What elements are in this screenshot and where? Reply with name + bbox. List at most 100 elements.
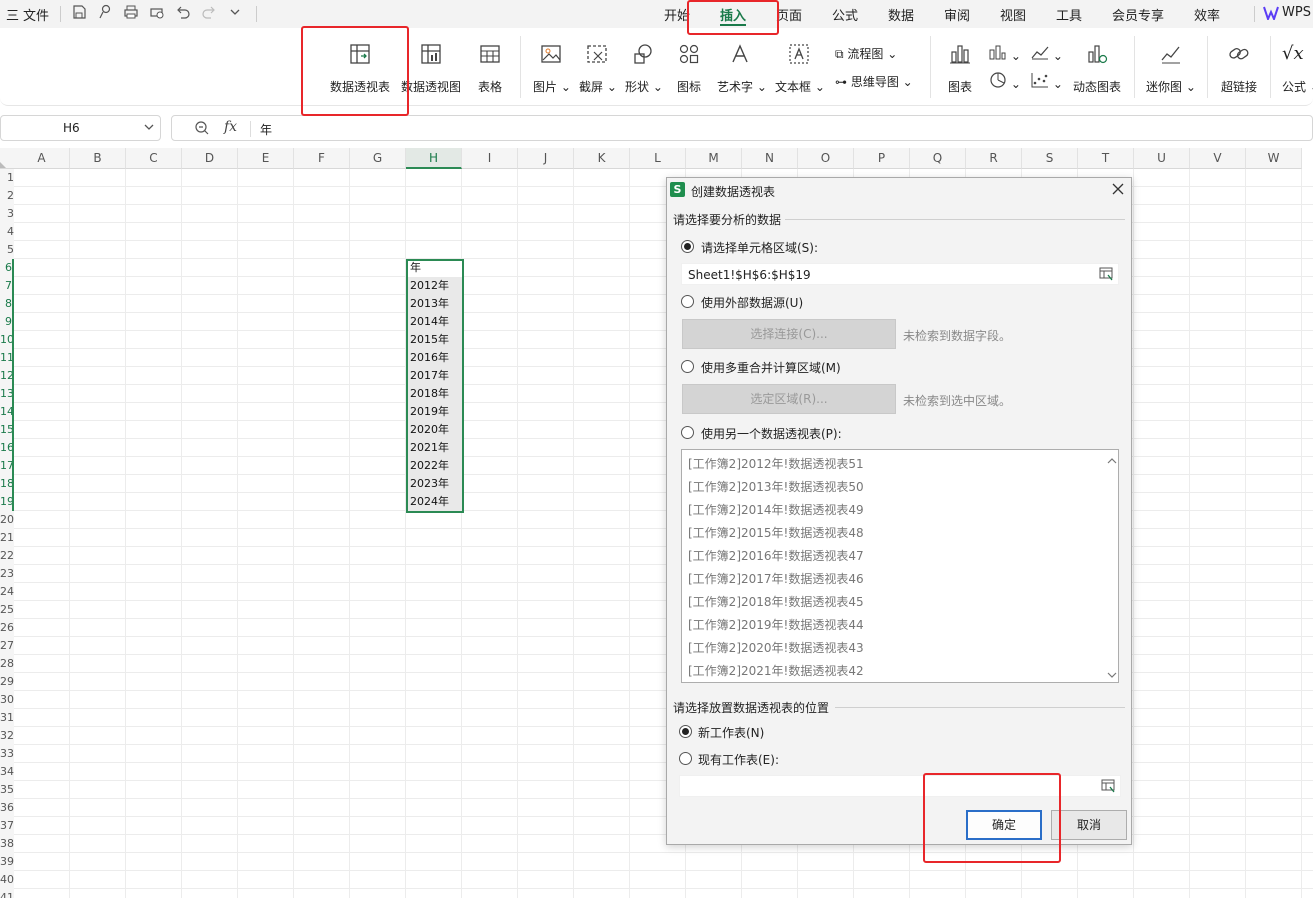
row-header[interactable]: 17 — [0, 457, 14, 475]
table-button[interactable]: 表格 — [476, 42, 504, 95]
sparkline-button[interactable]: 迷你图 ⌄ — [1146, 42, 1196, 95]
column-header-m[interactable]: M — [686, 148, 742, 169]
row-header[interactable]: 24 — [0, 583, 14, 601]
row-header[interactable]: 38 — [0, 835, 14, 853]
list-item[interactable]: [工作簿2]2021年!数据透视表42 — [688, 662, 864, 679]
row-header[interactable]: 11 — [0, 349, 14, 367]
select-region-button[interactable]: 选定区域(R)... — [682, 384, 896, 414]
row-header[interactable]: 13 — [0, 385, 14, 403]
list-item[interactable]: [工作簿2]2018年!数据透视表45 — [688, 593, 864, 610]
column-header-k[interactable]: K — [574, 148, 630, 169]
mindmap-button[interactable]: ⊶ 思维导图 ⌄ — [835, 73, 913, 90]
name-box[interactable]: H6 — [0, 115, 161, 141]
screenshot-button[interactable]: 截屏 ⌄ — [579, 42, 617, 95]
row-header[interactable]: 6 — [0, 259, 14, 277]
row-header[interactable]: 28 — [0, 655, 14, 673]
row-header[interactable]: 9 — [0, 313, 14, 331]
close-icon[interactable] — [1111, 182, 1125, 199]
list-scrollbar[interactable] — [1104, 450, 1118, 682]
row-header[interactable]: 36 — [0, 799, 14, 817]
column-header-h[interactable]: H — [406, 148, 462, 169]
row-header[interactable]: 31 — [0, 709, 14, 727]
radio-existing-sheet[interactable] — [679, 752, 692, 765]
row-header[interactable]: 1 — [0, 169, 14, 187]
row-header[interactable]: 29 — [0, 673, 14, 691]
row-header[interactable]: 27 — [0, 637, 14, 655]
row-header[interactable]: 3 — [0, 205, 14, 223]
formula-button[interactable]: √x 公式 ⌄ — [1282, 42, 1313, 95]
scatter-chart-dropdown[interactable]: ⌄ — [1031, 72, 1063, 91]
format-painter-icon[interactable] — [95, 4, 115, 22]
list-item[interactable]: [工作簿2]2016年!数据透视表47 — [688, 547, 864, 564]
dynamic-chart-button[interactable]: 动态图表 — [1071, 42, 1123, 95]
list-item[interactable]: [工作簿2]2019年!数据透视表44 — [688, 616, 864, 633]
column-header-q[interactable]: Q — [910, 148, 966, 169]
scroll-up-icon[interactable] — [1107, 454, 1117, 468]
pivot-table-list[interactable]: [工作簿2]2012年!数据透视表51 [工作簿2]2013年!数据透视表50 [工… — [681, 449, 1119, 683]
row-header[interactable]: 20 — [0, 511, 14, 529]
tab-tools[interactable]: 工具 — [1056, 5, 1082, 24]
column-header-j[interactable]: J — [518, 148, 574, 169]
shapes-button[interactable]: 形状 ⌄ — [625, 42, 663, 95]
column-header-b[interactable]: B — [70, 148, 126, 169]
column-header-t[interactable]: T — [1078, 148, 1134, 169]
radio-multi-consolidation[interactable] — [681, 360, 694, 373]
column-header-g[interactable]: G — [350, 148, 406, 169]
list-item[interactable]: [工作簿2]2013年!数据透视表50 — [688, 478, 864, 495]
undo-icon[interactable] — [173, 4, 193, 22]
row-header[interactable]: 22 — [0, 547, 14, 565]
print-icon[interactable] — [121, 4, 141, 22]
scroll-down-icon[interactable] — [1107, 668, 1117, 682]
save-icon[interactable] — [69, 4, 89, 22]
location-select-icon[interactable] — [1101, 779, 1115, 796]
list-item[interactable]: [工作簿2]2020年!数据透视表43 — [688, 639, 864, 656]
column-header-a[interactable]: A — [14, 148, 70, 169]
column-header-v[interactable]: V — [1190, 148, 1246, 169]
column-header-f[interactable]: F — [294, 148, 350, 169]
tab-view[interactable]: 视图 — [1000, 5, 1026, 24]
row-header[interactable]: 33 — [0, 745, 14, 763]
row-header[interactable]: 39 — [0, 853, 14, 871]
chart-button[interactable]: 图表 — [946, 42, 974, 95]
row-header[interactable]: 7 — [0, 277, 14, 295]
radio-new-sheet[interactable] — [679, 725, 692, 738]
range-input[interactable]: Sheet1!$H$6:$H$19 — [681, 263, 1119, 285]
zoom-icon[interactable] — [194, 120, 210, 139]
quick-access-more-icon[interactable] — [225, 4, 245, 22]
row-header[interactable]: 34 — [0, 763, 14, 781]
formula-input[interactable]: fx 年 — [171, 115, 1313, 141]
tab-data[interactable]: 数据 — [888, 5, 914, 24]
row-header[interactable]: 12 — [0, 367, 14, 385]
wordart-button[interactable]: 艺术字 ⌄ — [717, 42, 767, 95]
radio-cell-range[interactable] — [681, 240, 694, 253]
row-header[interactable]: 8 — [0, 295, 14, 313]
column-header-l[interactable]: L — [630, 148, 686, 169]
tab-review[interactable]: 审阅 — [944, 5, 970, 24]
row-header[interactable]: 2 — [0, 187, 14, 205]
list-item[interactable]: [工作簿2]2015年!数据透视表48 — [688, 524, 864, 541]
flowchart-button[interactable]: ⧉ 流程图 ⌄ — [835, 45, 897, 62]
pivot-chart-button[interactable]: 数据透视图 — [400, 42, 462, 95]
column-header-e[interactable]: E — [238, 148, 294, 169]
column-header-w[interactable]: W — [1246, 148, 1302, 169]
column-header-d[interactable]: D — [182, 148, 238, 169]
select-connection-button[interactable]: 选择连接(C)... — [682, 319, 896, 349]
chevron-down-icon[interactable] — [143, 118, 155, 139]
row-header[interactable]: 26 — [0, 619, 14, 637]
row-header[interactable]: 19 — [0, 493, 14, 511]
column-header-u[interactable]: U — [1134, 148, 1190, 169]
hamburger-menu-icon[interactable]: 三 — [6, 5, 19, 24]
row-header[interactable]: 10 — [0, 331, 14, 349]
row-header[interactable]: 32 — [0, 727, 14, 745]
list-item[interactable]: [工作簿2]2012年!数据透视表51 — [688, 455, 864, 472]
tab-membership[interactable]: 会员专享 — [1112, 5, 1164, 24]
row-header[interactable]: 14 — [0, 403, 14, 421]
column-header-c[interactable]: C — [126, 148, 182, 169]
row-header[interactable]: 30 — [0, 691, 14, 709]
row-header[interactable]: 4 — [0, 223, 14, 241]
cancel-button[interactable]: 取消 — [1051, 810, 1127, 840]
hyperlink-button[interactable]: 超链接 — [1219, 42, 1259, 95]
tab-efficiency[interactable]: 效率 — [1194, 5, 1220, 24]
column-header-s[interactable]: S — [1022, 148, 1078, 169]
select-all-corner[interactable] — [0, 148, 14, 169]
